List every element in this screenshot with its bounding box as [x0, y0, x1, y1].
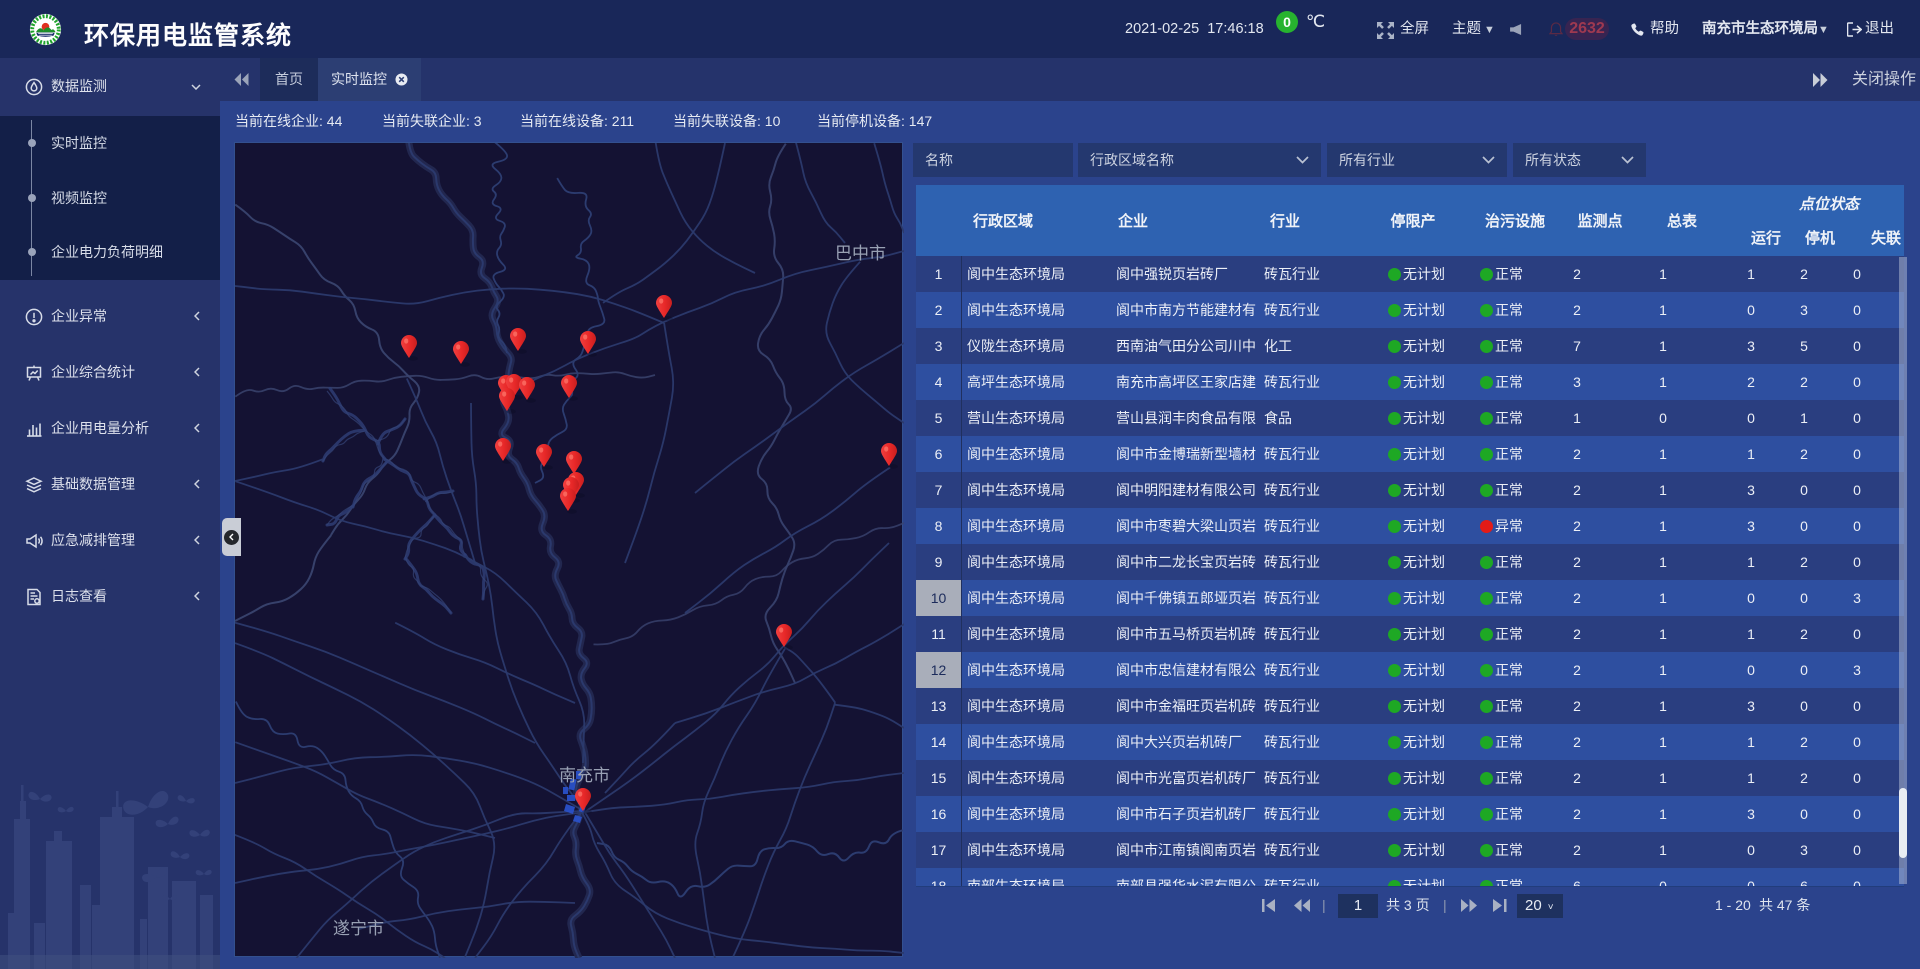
svg-text:遂宁市: 遂宁市: [333, 919, 384, 938]
svg-text:南充市: 南充市: [559, 766, 610, 785]
svg-text:巴中市: 巴中市: [835, 244, 886, 263]
